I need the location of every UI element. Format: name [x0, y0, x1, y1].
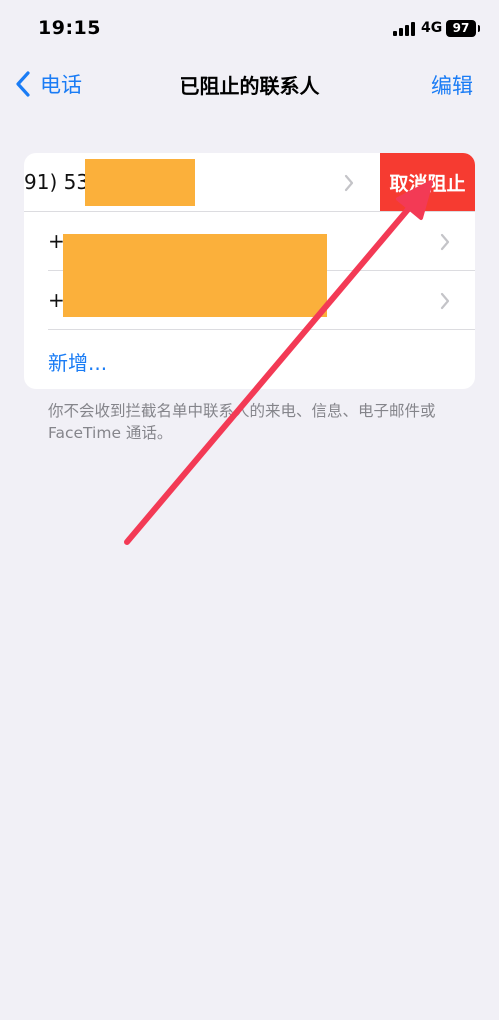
unblock-button[interactable]: 取消阻止: [380, 153, 475, 212]
add-new-button[interactable]: 新增...: [48, 347, 107, 376]
chevron-right-icon: [440, 292, 450, 310]
redaction-block: [63, 234, 327, 317]
status-time: 19:15: [38, 17, 101, 39]
status-bar: 19:15 4G 97: [0, 0, 499, 58]
blocked-contact-row[interactable]: 91) 53 取消阻止: [24, 153, 475, 212]
row-divider: [48, 329, 475, 330]
page-title: 已阻止的联系人: [179, 74, 320, 98]
footer-note: 你不会收到拦截名单中联系人的来电、信息、电子邮件或 FaceTime 通话。: [48, 402, 436, 442]
chevron-right-icon: [344, 174, 354, 192]
chevron-right-icon: [440, 233, 450, 251]
redaction-block: [85, 159, 195, 206]
contact-number: 91) 53: [24, 170, 90, 194]
blocked-contacts-list: 91) 53 取消阻止 + + 新增...: [24, 153, 475, 389]
network-type: 4G: [421, 20, 443, 36]
edit-button[interactable]: 编辑: [431, 70, 473, 100]
signal-bars-icon: [393, 22, 415, 36]
battery-indicator: 97: [446, 20, 480, 37]
